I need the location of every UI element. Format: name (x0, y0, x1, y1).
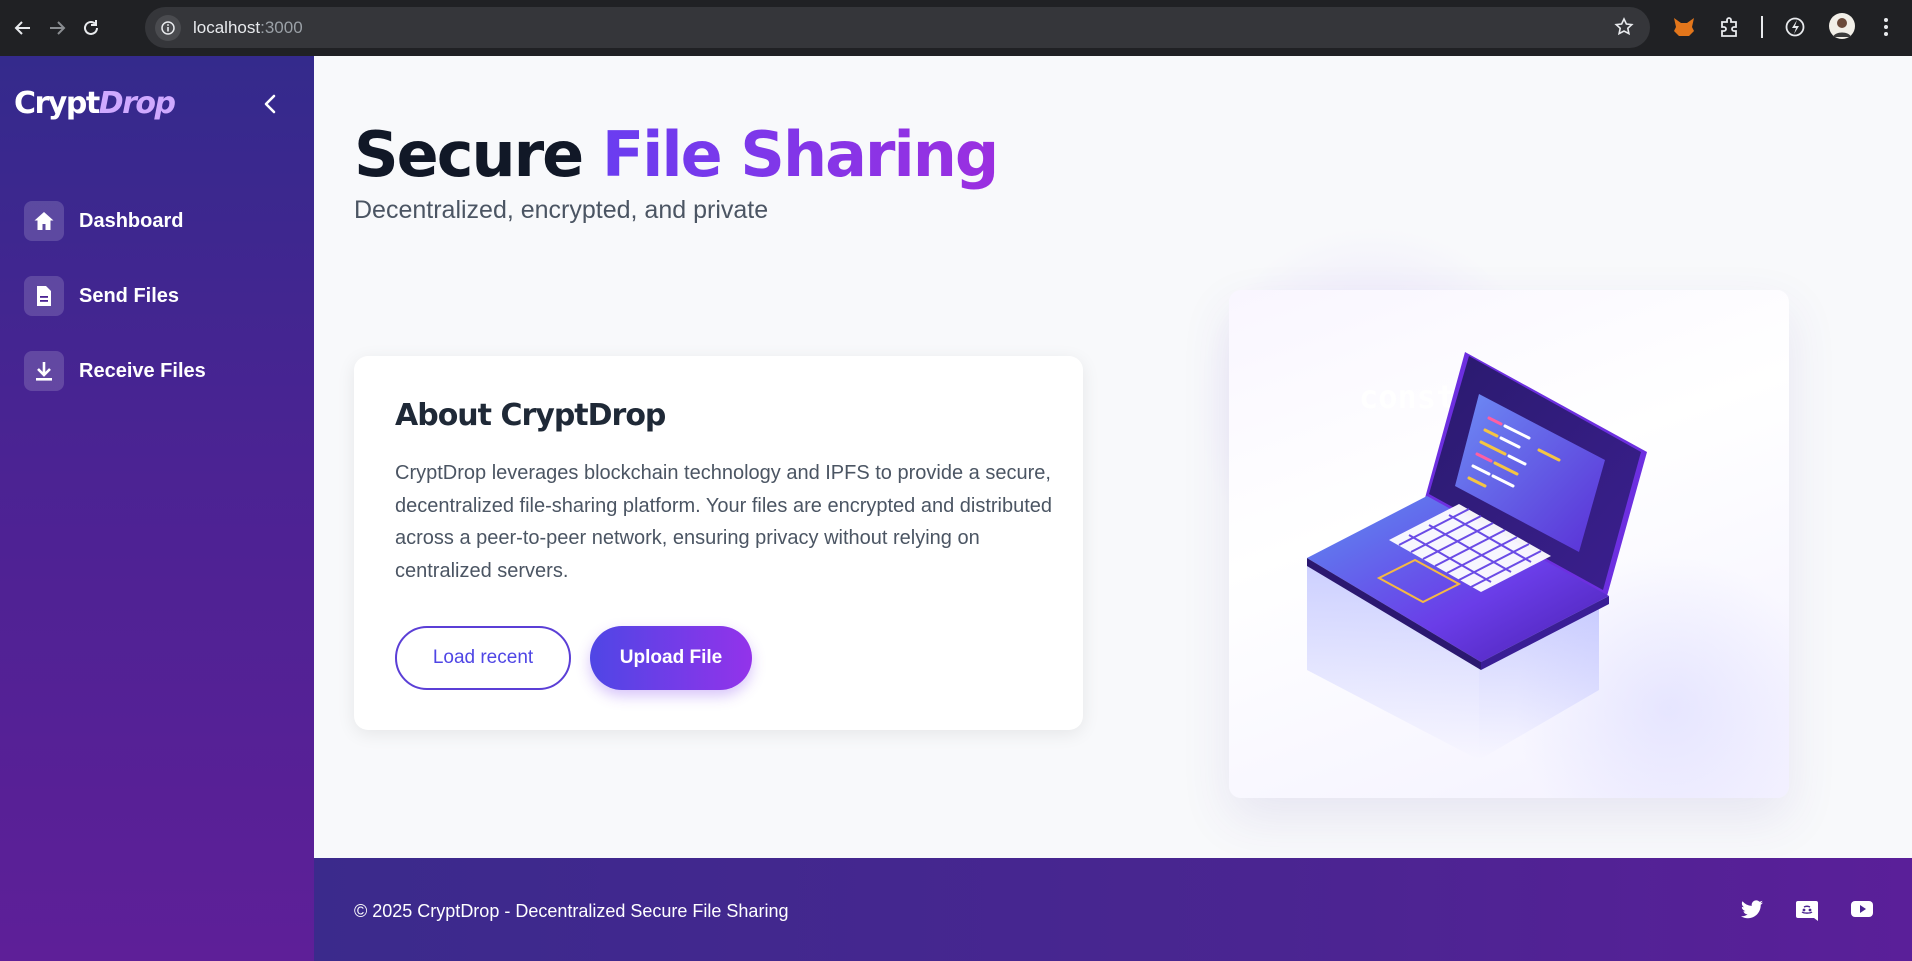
site-info-icon[interactable] (155, 14, 181, 41)
sidebar: CryptDrop Dashboard Send Files Receive F… (0, 56, 314, 961)
browser-menu-icon[interactable] (1883, 16, 1889, 43)
bookmark-star-icon[interactable] (1614, 17, 1634, 42)
sidebar-item-send-files[interactable]: Send Files (24, 276, 179, 316)
forward-icon[interactable] (46, 17, 68, 39)
sidebar-item-label: Receive Files (79, 359, 206, 382)
url-host: localhost (193, 17, 261, 37)
collapse-sidebar-button[interactable] (258, 89, 282, 119)
performance-icon[interactable] (1784, 16, 1806, 43)
about-title: About CryptDrop (395, 398, 666, 433)
sidebar-item-dashboard[interactable]: Dashboard (24, 201, 183, 241)
title-plain: Secure (354, 118, 602, 191)
upload-file-button[interactable]: Upload File (590, 626, 752, 690)
download-icon (24, 351, 64, 391)
about-description: CryptDrop leverages blockchain technolog… (395, 462, 1053, 582)
reload-icon[interactable] (80, 17, 102, 39)
brand-logo[interactable]: CryptDrop (14, 86, 176, 121)
sidebar-item-receive-files[interactable]: Receive Files (24, 351, 206, 391)
chevron-left-icon (264, 94, 276, 114)
page-title: Secure File Sharing (354, 118, 999, 191)
page-subtitle: Decentralized, encrypted, and private (354, 196, 769, 224)
illustration-card: const (1229, 290, 1789, 798)
load-recent-button[interactable]: Load recent (395, 626, 571, 690)
fox-extension-icon[interactable] (1672, 16, 1696, 43)
discord-icon[interactable] (1795, 900, 1819, 922)
brand-accent: Drop (98, 86, 176, 121)
extensions-puzzle-icon[interactable] (1718, 16, 1740, 43)
url-port: :3000 (260, 17, 303, 37)
footer: © 2025 CryptDrop - Decentralized Secure … (314, 858, 1912, 961)
footer-copyright: © 2025 CryptDrop - Decentralized Secure … (354, 901, 789, 921)
about-card: About CryptDrop CryptDrop leverages bloc… (354, 356, 1083, 730)
back-icon[interactable] (12, 17, 34, 39)
address-bar[interactable]: localhost:3000 (145, 7, 1650, 48)
file-icon (24, 276, 64, 316)
profile-avatar[interactable] (1829, 13, 1855, 44)
home-icon (24, 201, 64, 241)
title-accent: File Sharing (601, 118, 999, 191)
sidebar-item-label: Send Files (79, 284, 180, 307)
main-content: Secure File Sharing Decentralized, encry… (314, 56, 1912, 858)
youtube-icon[interactable] (1850, 900, 1874, 922)
svg-text:const: const (1359, 378, 1455, 416)
laptop-illustration: const (1307, 352, 1647, 760)
url-text: localhost:3000 (193, 18, 303, 38)
twitter-icon[interactable] (1740, 900, 1764, 922)
brand-main: Crypt (14, 86, 100, 121)
browser-toolbar: localhost:3000 (0, 0, 1912, 56)
sidebar-item-label: Dashboard (79, 209, 184, 232)
toolbar-divider (1761, 16, 1763, 38)
